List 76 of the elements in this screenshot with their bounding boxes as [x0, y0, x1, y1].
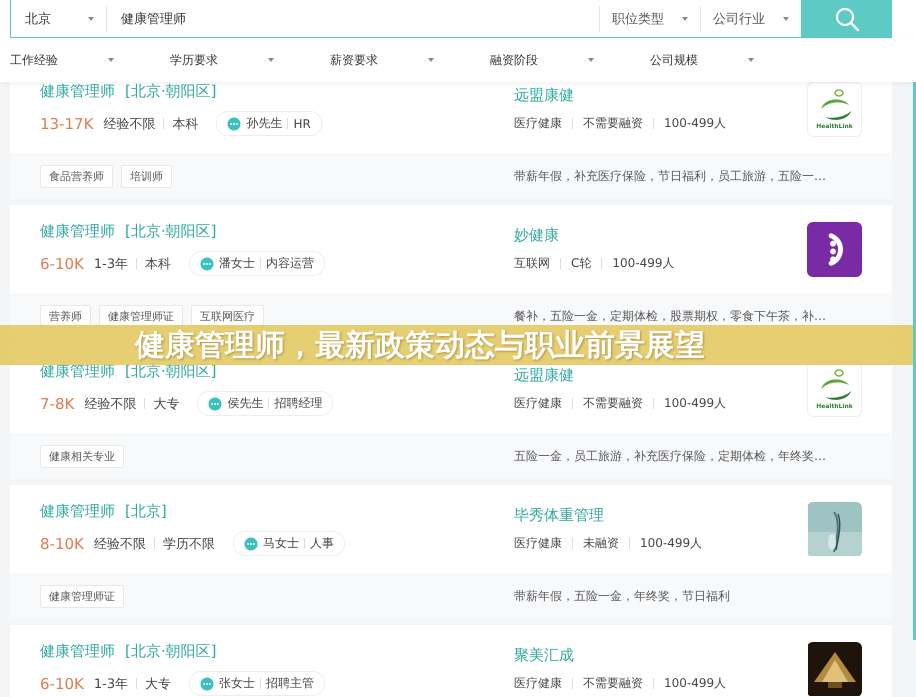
filter-dropdown[interactable]: 公司行业	[700, 6, 801, 32]
education-text: 大专	[153, 396, 180, 412]
job-location: [北京]	[125, 502, 167, 521]
company-size-text: 100-499人	[640, 535, 702, 552]
education-text: 大专	[145, 676, 172, 692]
filter-dropdown[interactable]: 公司规模	[640, 52, 800, 68]
salary-text: 7-8K	[40, 394, 74, 412]
recruiter-chat-button[interactable]: 潘女士 内容运营	[189, 251, 326, 276]
recruiter-chat-button[interactable]: 侯先生 招聘经理	[197, 391, 334, 416]
chat-bubble-icon	[200, 676, 214, 690]
job-location: [北京·朝阳区]	[125, 362, 216, 381]
company-logo	[807, 222, 862, 276]
industry-text: 互联网	[514, 255, 550, 272]
company-size-text: 100-499人	[612, 255, 675, 272]
chat-bubble-icon	[208, 396, 222, 410]
search-icon	[834, 6, 860, 32]
chat-bubble-icon	[227, 116, 242, 130]
job-location: [北京·朝阳区]	[125, 222, 216, 241]
headline-text: 健康管理师，最新政策动态与职业前景展望	[135, 326, 705, 364]
recruiter-chat-button[interactable]: 张女士 招聘主管	[189, 671, 326, 696]
job-location: [北京·朝阳区]	[125, 642, 216, 661]
industry-text: 医疗健康	[514, 675, 562, 692]
experience-text: 经验不限	[94, 536, 146, 552]
education-text: 本科	[172, 116, 198, 132]
benefits-text: 带薪年假，补充医疗保险，节日福利，员工旅游，五险一…	[514, 168, 826, 184]
salary-text: 6-10K	[40, 674, 84, 692]
funding-text: 不需要融资	[583, 675, 643, 692]
chat-bubble-icon	[244, 536, 258, 550]
filter-dropdown[interactable]: 薪资要求	[320, 52, 480, 68]
search-button[interactable]	[802, 0, 892, 38]
filter-dropdown[interactable]: 融资阶段	[480, 52, 640, 68]
recruiter-chat-button[interactable]: 孙先生 HR	[216, 111, 322, 136]
recruiter-chat-button[interactable]: 马女士 人事	[232, 531, 345, 556]
caret-icon	[682, 16, 688, 20]
skill-tag: 互联网医疗	[191, 304, 264, 328]
experience-text: 经验不限	[103, 116, 156, 132]
chat-bubble-icon	[200, 256, 214, 270]
industry-text: 医疗健康	[514, 535, 562, 552]
filter-dropdown[interactable]: 工作经验	[0, 52, 160, 68]
search-field[interactable]: 北京 健康管理师 职位类型 公司行业	[10, 0, 802, 38]
experience-text: 1-3年	[94, 676, 128, 692]
salary-text: 8-10K	[40, 534, 84, 552]
company-size-text: 100-499人	[664, 395, 726, 412]
education-text: 本科	[145, 256, 172, 272]
skill-tag: 健康管理师证	[99, 304, 183, 328]
salary-text: 6-10K	[40, 254, 84, 272]
filter-dropdown[interactable]: 职位类型	[599, 6, 700, 32]
experience-text: 经验不限	[84, 396, 136, 412]
caret-icon	[428, 58, 434, 62]
caret-icon	[748, 58, 754, 62]
filter-dropdown[interactable]: 学历要求	[160, 52, 320, 68]
benefits-text: 带薪年假，五险一金，年终奖，节日福利	[514, 588, 730, 604]
funding-text: C轮	[571, 255, 592, 272]
benefits-text: 餐补，五险一金，定期体检，股票期权，零食下午茶，补…	[514, 308, 826, 324]
caret-icon	[108, 58, 114, 62]
skill-tag: 营养师	[40, 304, 91, 328]
caret-icon	[268, 58, 274, 62]
experience-text: 1-3年	[94, 256, 128, 272]
funding-text: 不需要融资	[583, 395, 643, 412]
company-size-text: 100-499人	[664, 675, 726, 692]
caret-icon	[88, 16, 94, 20]
skill-tag: 健康相关专业	[40, 444, 124, 468]
benefits-text: 五险一金，员工旅游，补充医疗保险，定期体检，年终奖…	[514, 448, 826, 464]
funding-text: 不需要融资	[583, 115, 643, 132]
job-location: [北京·朝阳区]	[125, 82, 216, 101]
industry-text: 医疗健康	[514, 115, 562, 132]
industry-text: 医疗健康	[514, 395, 562, 412]
caret-icon	[783, 16, 789, 20]
skill-tag: 培训师	[121, 164, 172, 188]
company-size-text: 100-499人	[664, 115, 726, 132]
caret-icon	[588, 58, 594, 62]
education-text: 学历不限	[162, 536, 215, 552]
skill-tag: 健康管理师证	[40, 584, 124, 608]
funding-text: 未融资	[583, 535, 619, 552]
salary-text: 13-17K	[40, 114, 94, 132]
skill-tag: 食品营养师	[40, 164, 113, 188]
